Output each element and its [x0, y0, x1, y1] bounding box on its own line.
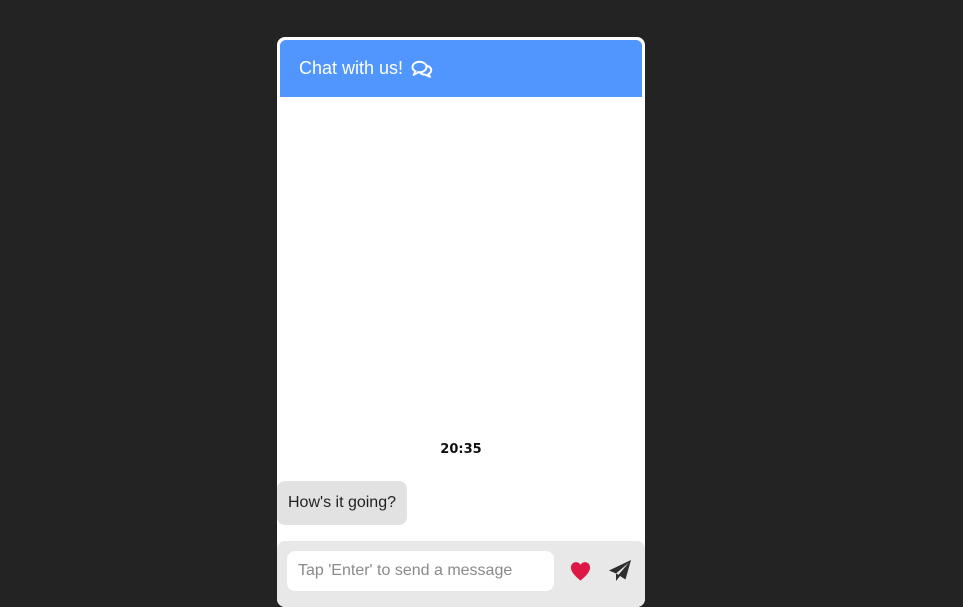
- chat-window: Chat with us! 20:35 How's it going?: [277, 37, 645, 607]
- message-input[interactable]: [287, 551, 554, 591]
- comments-icon: [411, 60, 433, 78]
- chat-header: Chat with us!: [280, 40, 642, 97]
- message-timestamp: 20:35: [440, 442, 482, 457]
- message-area[interactable]: 20:35 How's it going?: [277, 97, 645, 541]
- heart-icon[interactable]: [569, 560, 592, 582]
- chat-title: Chat with us!: [299, 58, 404, 78]
- paper-plane-icon[interactable]: [608, 559, 632, 583]
- message-bubble: How's it going?: [277, 481, 407, 525]
- message-composer: [277, 541, 645, 607]
